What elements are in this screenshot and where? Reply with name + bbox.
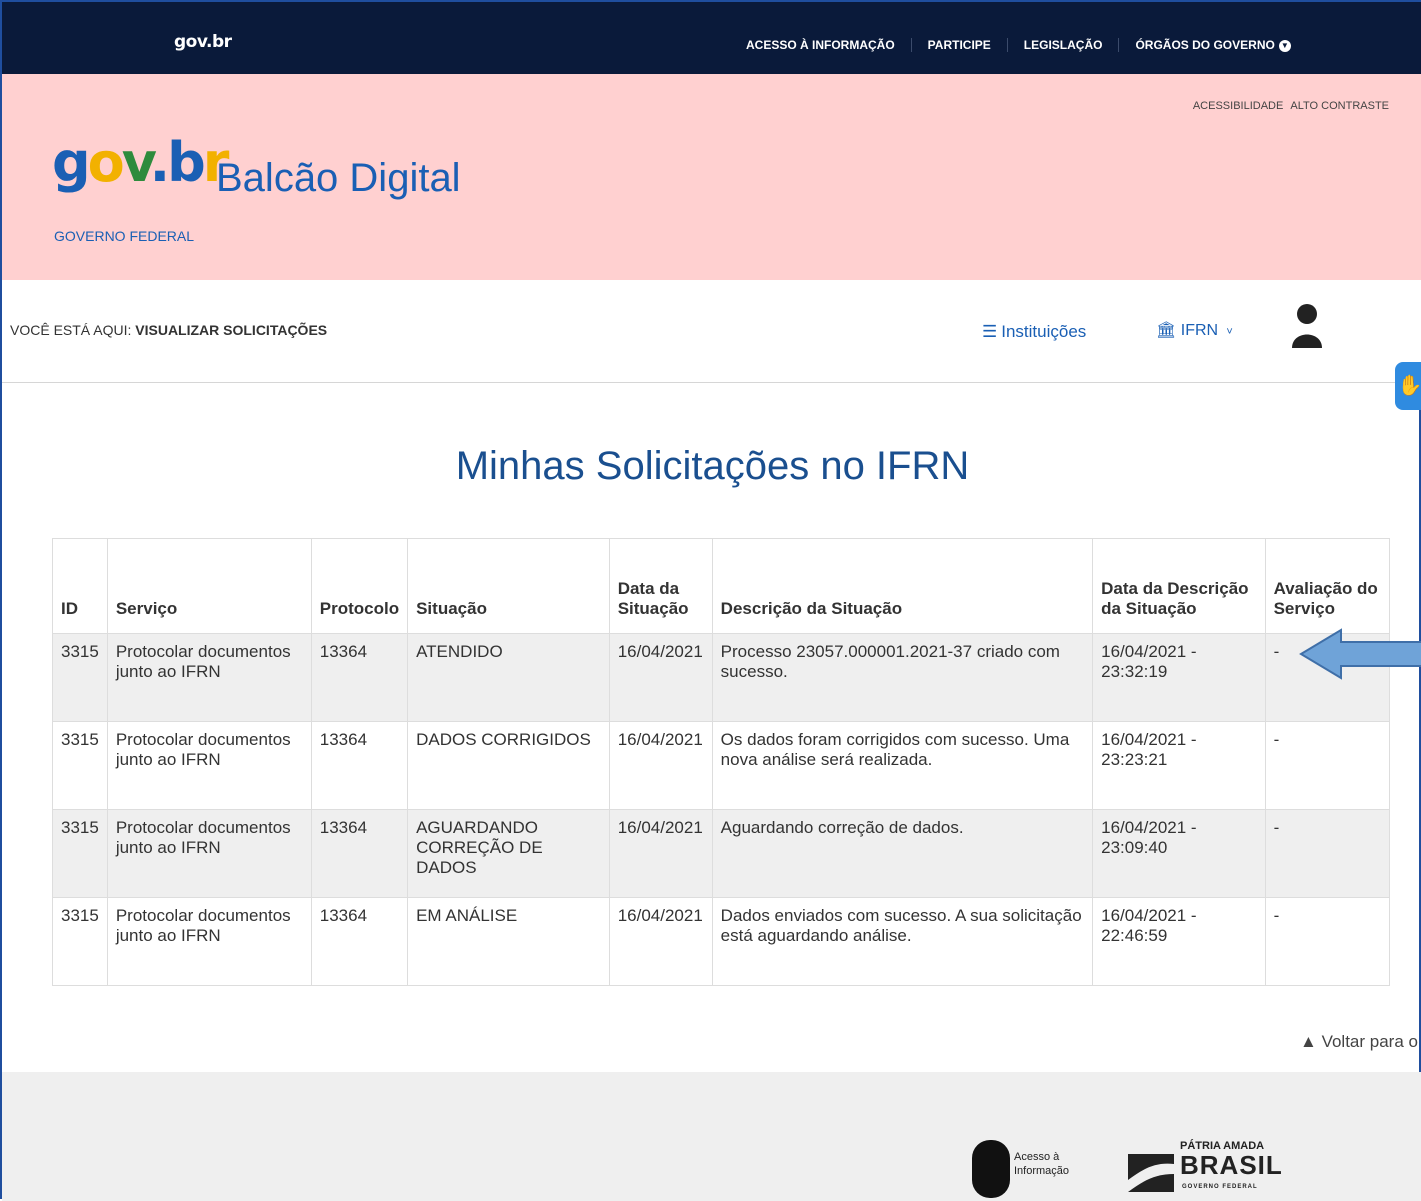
cell-data-situacao: 16/04/2021 <box>608 897 713 986</box>
app-name[interactable]: Balcão Digital <box>216 156 461 201</box>
breadcrumb-prefix: VOCÊ ESTÁ AQUI: <box>10 322 132 338</box>
cell-avaliacao: - <box>1264 897 1391 986</box>
govbr-logo[interactable]: gov.br <box>52 136 229 190</box>
patria-amada-brasil-logo[interactable]: PÁTRIA AMADA BRASIL GOVERNO FEDERAL <box>1126 1140 1282 1200</box>
vlibras-hand-icon[interactable]: ✋ <box>1395 362 1421 410</box>
col-situacao: Situação <box>407 538 610 634</box>
acesso-line2: Informação <box>1014 1165 1070 1177</box>
list-icon: ☰ <box>982 322 998 341</box>
breadcrumb: VOCÊ ESTÁ AQUI: VISUALIZAR SOLICITAÇÕES <box>10 322 327 338</box>
cell-situacao: AGUARDANDO CORREÇÃO DE DADOS <box>407 809 610 898</box>
high-contrast-link[interactable]: ALTO CONTRASTE <box>1290 100 1389 112</box>
cell-descricao: Os dados foram corrigidos com sucesso. U… <box>711 721 1094 810</box>
cell-protocolo: 13364 <box>310 721 409 810</box>
page-title: Minhas Solicitações no IFRN <box>455 444 970 488</box>
nav-acesso-informacao[interactable]: ACESSO À INFORMAÇÃO <box>730 38 912 52</box>
institutions-label: Instituições <box>1001 322 1087 341</box>
logo-letter-v: v <box>121 131 153 194</box>
col-data-descricao: Data da Descrição da Situação <box>1092 538 1266 634</box>
cell-data-descricao: 16/04/2021 - 22:46:59 <box>1092 897 1266 986</box>
site-footer: Acesso à Informação PÁTRIA AMADA BRASIL … <box>2 1072 1421 1201</box>
cell-data-descricao: 16/04/2021 - 23:23:21 <box>1092 721 1266 810</box>
cell-avaliacao: - <box>1264 721 1391 810</box>
left-arrow-annotation-icon <box>1299 628 1421 680</box>
top-nav: ACESSO À INFORMAÇÃO PARTICIPE LEGISLAÇÃO… <box>730 38 1307 52</box>
user-avatar-icon[interactable] <box>1290 302 1324 348</box>
breadcrumb-bar: VOCÊ ESTÁ AQUI: VISUALIZAR SOLICITAÇÕES … <box>2 280 1421 383</box>
nav-orgaos-label: ÓRGÃOS DO GOVERNO <box>1135 38 1275 52</box>
col-id: ID <box>52 538 108 634</box>
cell-descricao: Aguardando correção de dados. <box>711 809 1094 898</box>
logo-dot: . <box>149 131 170 194</box>
table-header-row: ID Serviço Protocolo Situação Data da Si… <box>52 538 1391 634</box>
col-servico: Serviço <box>106 538 312 634</box>
cell-data-situacao: 16/04/2021 <box>608 809 713 898</box>
patria-line2: BRASIL <box>1180 1150 1283 1180</box>
info-icon <box>972 1140 1010 1198</box>
site-header: ACESSIBILIDADE ALTO CONTRASTE gov.br Bal… <box>2 74 1421 280</box>
cell-data-descricao: 16/04/2021 - 23:32:19 <box>1092 633 1266 722</box>
col-protocolo: Protocolo <box>310 538 409 634</box>
cell-avaliacao: - <box>1264 809 1391 898</box>
cell-servico: Protocolar documentos junto ao IFRN <box>106 633 312 722</box>
nav-legislacao[interactable]: LEGISLAÇÃO <box>1008 38 1120 52</box>
institution-selected-label: IFRN <box>1180 322 1219 339</box>
cell-servico: Protocolar documentos junto ao IFRN <box>106 721 312 810</box>
table-row: 3315 Protocolar documentos junto ao IFRN… <box>52 721 1391 810</box>
breadcrumb-current: VISUALIZAR SOLICITAÇÕES <box>135 322 328 338</box>
cell-data-situacao: 16/04/2021 <box>608 721 713 810</box>
table-row: 3315 Protocolar documentos junto ao IFRN… <box>52 809 1391 898</box>
accessibility-links: ACESSIBILIDADE ALTO CONTRASTE <box>1189 100 1389 112</box>
cell-protocolo: 13364 <box>310 633 409 722</box>
nav-participe[interactable]: PARTICIPE <box>912 38 1008 52</box>
table-row: 3315 Protocolar documentos junto ao IFRN… <box>52 897 1391 986</box>
cell-id: 3315 <box>52 721 108 810</box>
acesso-informacao-logo[interactable]: Acesso à Informação <box>972 1138 1076 1200</box>
cell-situacao: DADOS CORRIGIDOS <box>407 721 610 810</box>
cell-protocolo: 13364 <box>310 897 409 986</box>
logo-letter-o: o <box>87 131 125 194</box>
govbr-small-logo[interactable]: gov.br <box>174 32 232 52</box>
cell-servico: Protocolar documentos junto ao IFRN <box>106 897 312 986</box>
col-data-situacao: Data da Situação <box>608 538 713 634</box>
cell-situacao: EM ANÁLISE <box>407 897 610 986</box>
cell-id: 3315 <box>52 633 108 722</box>
cell-descricao: Dados enviados com sucesso. A sua solici… <box>711 897 1094 986</box>
brasil-flag-icon <box>1128 1154 1174 1192</box>
institution-selector[interactable]: 🏛 IFRN ˅ <box>1156 320 1237 340</box>
patria-line3: GOVERNO FEDERAL <box>1182 1184 1258 1190</box>
cell-servico: Protocolar documentos junto ao IFRN <box>106 809 312 898</box>
chevron-down-icon: ˅ <box>1226 326 1233 338</box>
requests-table: ID Serviço Protocolo Situação Data da Si… <box>52 538 1391 986</box>
col-avaliacao: Avaliação do Serviço <box>1264 538 1391 634</box>
back-to-top-link[interactable]: ▲ Voltar para o topo <box>1300 1032 1421 1052</box>
governo-federal-label: GOVERNO FEDERAL <box>54 228 195 244</box>
top-bar: gov.br ACESSO À INFORMAÇÃO PARTICIPE LEG… <box>2 2 1421 74</box>
cell-situacao: ATENDIDO <box>407 633 610 722</box>
back-to-top-label: Voltar para o topo <box>1321 1032 1421 1051</box>
cell-id: 3315 <box>52 897 108 986</box>
table-row: 3315 Protocolar documentos junto ao IFRN… <box>52 633 1391 722</box>
institutions-link[interactable]: ☰ Instituições <box>982 322 1086 342</box>
logo-letter-b: b <box>167 131 206 194</box>
nav-orgaos-governo[interactable]: ÓRGÃOS DO GOVERNO ▼ <box>1119 38 1306 52</box>
institution-building-icon: 🏛 <box>1156 322 1177 339</box>
triangle-up-icon: ▲ <box>1300 1032 1317 1051</box>
cell-data-situacao: 16/04/2021 <box>608 633 713 722</box>
logo-letter-g: g <box>52 131 91 194</box>
col-descricao: Descrição da Situação <box>711 538 1094 634</box>
cell-descricao: Processo 23057.000001.2021-37 criado com… <box>711 633 1094 722</box>
cell-id: 3315 <box>52 809 108 898</box>
acesso-line1: Acesso à <box>1014 1151 1060 1163</box>
chevron-down-icon[interactable]: ▼ <box>1278 39 1291 52</box>
cell-data-descricao: 16/04/2021 - 23:09:40 <box>1092 809 1266 898</box>
cell-protocolo: 13364 <box>310 809 409 898</box>
accessibility-link[interactable]: ACESSIBILIDADE <box>1193 100 1283 112</box>
